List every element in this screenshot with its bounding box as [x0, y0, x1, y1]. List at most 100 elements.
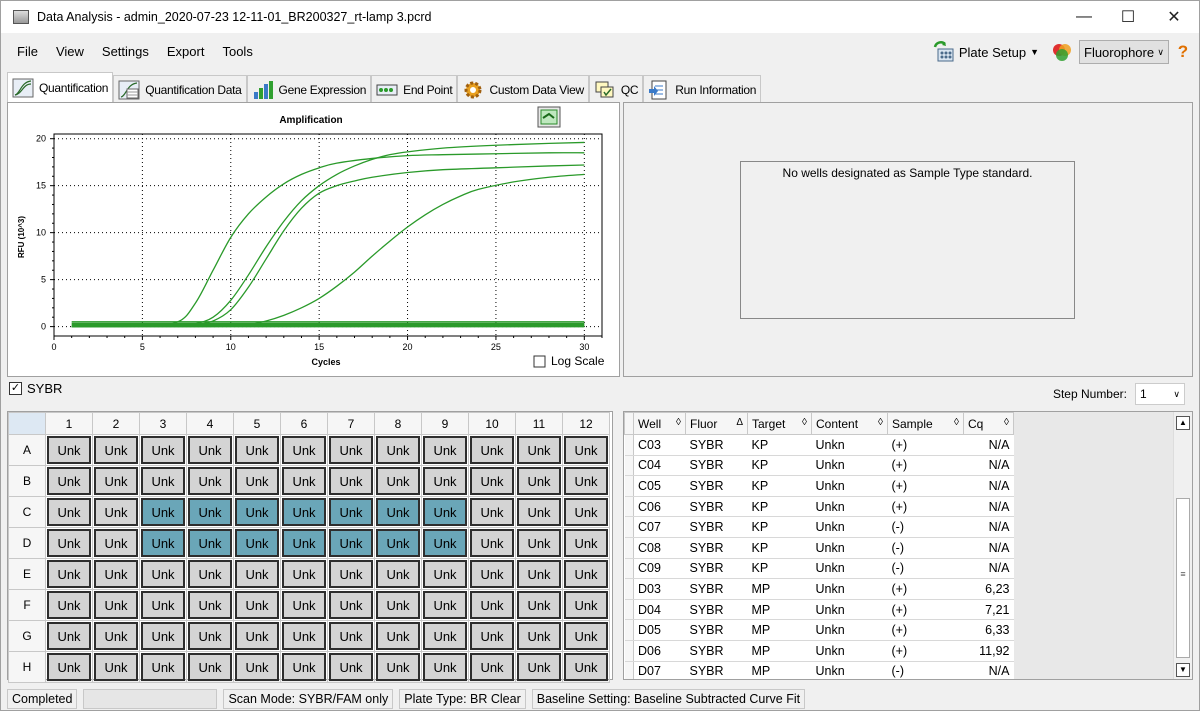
well-B2[interactable]: Unk	[94, 467, 138, 495]
well-E11[interactable]: Unk	[517, 560, 561, 588]
scroll-up-icon[interactable]: ▲	[1176, 416, 1190, 430]
row-gutter[interactable]	[624, 537, 634, 559]
plate-column-header[interactable]: 3	[139, 412, 187, 435]
well-D2[interactable]: Unk	[94, 529, 138, 557]
scroll-down-icon[interactable]: ▼	[1176, 663, 1190, 677]
menu-view[interactable]: View	[47, 44, 93, 59]
well-D10[interactable]: Unk	[470, 529, 514, 557]
plate-row-header[interactable]: E	[8, 558, 46, 590]
well-G12[interactable]: Unk	[564, 622, 608, 650]
sybr-filter[interactable]: ✓ SYBR	[9, 381, 62, 396]
well-C12[interactable]: Unk	[564, 498, 608, 526]
well-H2[interactable]: Unk	[94, 653, 138, 681]
menu-settings[interactable]: Settings	[93, 44, 158, 59]
table-row[interactable]: C06 SYBR KP Unkn (+) N/A	[624, 496, 1014, 518]
well-D6[interactable]: Unk	[282, 529, 326, 557]
well-C6[interactable]: Unk	[282, 498, 326, 526]
step-number-select[interactable]: 1 ∨	[1135, 383, 1185, 405]
well-D7[interactable]: Unk	[329, 529, 373, 557]
well-H5[interactable]: Unk	[235, 653, 279, 681]
well-F3[interactable]: Unk	[141, 591, 185, 619]
well-A3[interactable]: Unk	[141, 436, 185, 464]
scroll-thumb[interactable]: ≡	[1176, 498, 1190, 658]
column-header-well[interactable]: Well ◊	[633, 412, 686, 435]
well-D4[interactable]: Unk	[188, 529, 232, 557]
sort-icon[interactable]: ◊	[1004, 417, 1009, 428]
well-B3[interactable]: Unk	[141, 467, 185, 495]
well-E12[interactable]: Unk	[564, 560, 608, 588]
amplification-curve-1[interactable]	[71, 152, 585, 328]
row-gutter[interactable]	[624, 434, 634, 456]
well-B1[interactable]: Unk	[47, 467, 91, 495]
plate-column-header[interactable]: 10	[468, 412, 516, 435]
plate-column-header[interactable]: 9	[421, 412, 469, 435]
amplification-curve-4[interactable]	[71, 173, 585, 328]
well-G5[interactable]: Unk	[235, 622, 279, 650]
well-G4[interactable]: Unk	[188, 622, 232, 650]
well-D5[interactable]: Unk	[235, 529, 279, 557]
well-A6[interactable]: Unk	[282, 436, 326, 464]
sort-icon[interactable]: ◊	[676, 417, 681, 428]
well-G1[interactable]: Unk	[47, 622, 91, 650]
column-header-sample[interactable]: Sample ◊	[887, 412, 964, 435]
sort-icon[interactable]: ◊	[954, 417, 959, 428]
well-B12[interactable]: Unk	[564, 467, 608, 495]
well-H6[interactable]: Unk	[282, 653, 326, 681]
table-row[interactable]: C04 SYBR KP Unkn (+) N/A	[624, 455, 1014, 477]
column-header-target[interactable]: Target ◊	[747, 412, 812, 435]
well-A5[interactable]: Unk	[235, 436, 279, 464]
tab-quantification-data[interactable]: Quantification Data	[113, 75, 247, 103]
well-E6[interactable]: Unk	[282, 560, 326, 588]
column-header-content[interactable]: Content ◊	[811, 412, 888, 435]
sybr-checkbox[interactable]: ✓	[9, 382, 22, 395]
well-E8[interactable]: Unk	[376, 560, 420, 588]
well-E3[interactable]: Unk	[141, 560, 185, 588]
results-scrollbar[interactable]: ▲ ≡ ▼	[1173, 412, 1192, 679]
well-B9[interactable]: Unk	[423, 467, 467, 495]
well-H3[interactable]: Unk	[141, 653, 185, 681]
plate-column-header[interactable]: 2	[92, 412, 140, 435]
well-E1[interactable]: Unk	[47, 560, 91, 588]
well-C8[interactable]: Unk	[376, 498, 420, 526]
well-C1[interactable]: Unk	[47, 498, 91, 526]
well-H10[interactable]: Unk	[470, 653, 514, 681]
well-D1[interactable]: Unk	[47, 529, 91, 557]
well-E5[interactable]: Unk	[235, 560, 279, 588]
well-G3[interactable]: Unk	[141, 622, 185, 650]
well-H8[interactable]: Unk	[376, 653, 420, 681]
row-gutter[interactable]	[624, 475, 634, 497]
well-C4[interactable]: Unk	[188, 498, 232, 526]
well-E4[interactable]: Unk	[188, 560, 232, 588]
tab-quantification[interactable]: Quantification	[7, 72, 114, 103]
plate-column-header[interactable]: 12	[562, 412, 610, 435]
table-row[interactable]: D05 SYBR MP Unkn (+) 6,33	[624, 619, 1014, 641]
plate-column-header[interactable]: 8	[374, 412, 422, 435]
well-H1[interactable]: Unk	[47, 653, 91, 681]
well-B8[interactable]: Unk	[376, 467, 420, 495]
chart-toggle-button[interactable]	[537, 106, 561, 128]
color-palette-icon[interactable]	[1051, 41, 1073, 63]
well-G9[interactable]: Unk	[423, 622, 467, 650]
tab-end-point[interactable]: End Point	[371, 75, 458, 103]
row-gutter[interactable]	[624, 640, 634, 662]
row-gutter[interactable]	[624, 558, 634, 580]
well-E10[interactable]: Unk	[470, 560, 514, 588]
well-A1[interactable]: Unk	[47, 436, 91, 464]
table-row[interactable]: C07 SYBR KP Unkn (-) N/A	[624, 516, 1014, 538]
well-F2[interactable]: Unk	[94, 591, 138, 619]
table-row[interactable]: D03 SYBR MP Unkn (+) 6,23	[624, 578, 1014, 600]
table-row[interactable]: C03 SYBR KP Unkn (+) N/A	[624, 434, 1014, 456]
plate-select-all[interactable]	[8, 412, 46, 435]
well-B5[interactable]: Unk	[235, 467, 279, 495]
well-A11[interactable]: Unk	[517, 436, 561, 464]
well-B4[interactable]: Unk	[188, 467, 232, 495]
plate-column-header[interactable]: 1	[45, 412, 93, 435]
fluorophore-select[interactable]: Fluorophore ∨	[1079, 40, 1169, 64]
well-C3[interactable]: Unk	[141, 498, 185, 526]
help-icon[interactable]: ?	[1175, 42, 1191, 62]
row-gutter[interactable]	[624, 496, 634, 518]
tab-custom-data-view[interactable]: Custom Data View	[457, 75, 589, 103]
plate-column-header[interactable]: 7	[327, 412, 375, 435]
sort-ascending-icon[interactable]: Δ	[736, 417, 743, 428]
well-H4[interactable]: Unk	[188, 653, 232, 681]
